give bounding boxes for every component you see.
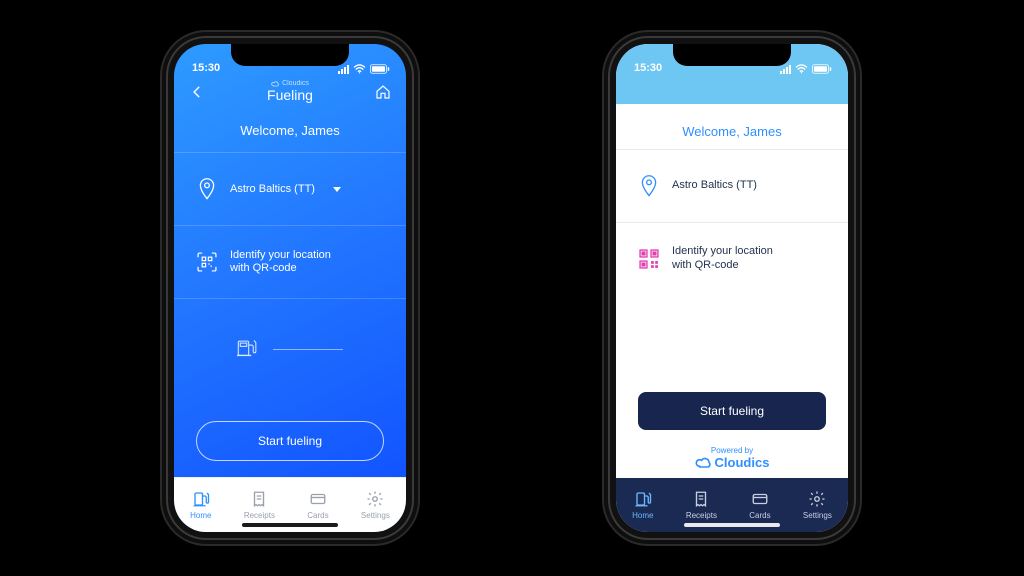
pump-slider[interactable] [196, 313, 384, 386]
tab-label: Receipts [244, 511, 275, 520]
phone-mockup-light: 15:30 [610, 38, 854, 538]
tab-receipts[interactable]: Receipts [686, 490, 717, 520]
home-indicator [242, 523, 338, 527]
welcome-text: Welcome, James [174, 109, 406, 152]
wifi-icon [353, 64, 366, 74]
qr-text: Identify your location with QR-code [672, 245, 773, 273]
tab-label: Cards [307, 511, 328, 520]
home-indicator [684, 523, 780, 527]
home-icon[interactable] [374, 83, 392, 101]
tab-label: Settings [803, 511, 832, 520]
battery-icon [370, 64, 390, 74]
qr-scan-icon [196, 251, 218, 273]
tab-home[interactable]: Home [190, 490, 211, 520]
tab-label: Home [632, 511, 653, 520]
slider-line [273, 349, 343, 350]
qr-identify-row[interactable]: Identify your location with QR-code [196, 240, 384, 284]
chevron-down-icon [333, 187, 341, 192]
station-selector[interactable]: Astro Baltics (TT) [196, 167, 384, 211]
brand-mini: Cloudics [267, 80, 313, 88]
qr-identify-row[interactable]: Identify your location with QR-code [638, 237, 826, 281]
station-name: Astro Baltics (TT) [672, 179, 757, 193]
navbar: Cloudics Fueling [174, 76, 406, 109]
signal-icon [780, 65, 791, 74]
device-notch [231, 44, 349, 66]
device-notch [673, 44, 791, 66]
tab-home[interactable]: Home [632, 490, 653, 520]
qr-text: Identify your location with QR-code [230, 249, 331, 277]
location-pin-icon [638, 175, 660, 197]
page-title: Fueling [267, 88, 313, 103]
station-name: Astro Baltics (TT) [230, 183, 315, 197]
wifi-icon [795, 64, 808, 74]
tab-cards[interactable]: Cards [307, 490, 328, 520]
tab-label: Receipts [686, 511, 717, 520]
status-time: 15:30 [192, 62, 220, 74]
station-row[interactable]: Astro Baltics (TT) [638, 164, 826, 208]
location-pin-icon [196, 178, 218, 200]
phone-mockup-blue: 15:30 [168, 38, 412, 538]
fuel-pump-icon [237, 337, 263, 362]
back-icon[interactable] [188, 83, 206, 101]
qr-code-icon [638, 248, 660, 270]
tab-cards[interactable]: Cards [749, 490, 770, 520]
tab-label: Settings [361, 511, 390, 520]
powered-by: Powered by Cloudics [616, 446, 848, 478]
start-fueling-button[interactable]: Start fueling [196, 421, 384, 461]
tab-receipts[interactable]: Receipts [244, 490, 275, 520]
status-time: 15:30 [634, 62, 662, 74]
battery-icon [812, 64, 832, 74]
tab-settings[interactable]: Settings [361, 490, 390, 520]
start-fueling-button[interactable]: Start fueling [638, 392, 826, 430]
tab-label: Home [190, 511, 211, 520]
signal-icon [338, 65, 349, 74]
tab-settings[interactable]: Settings [803, 490, 832, 520]
tab-label: Cards [749, 511, 770, 520]
welcome-text: Welcome, James [616, 104, 848, 149]
